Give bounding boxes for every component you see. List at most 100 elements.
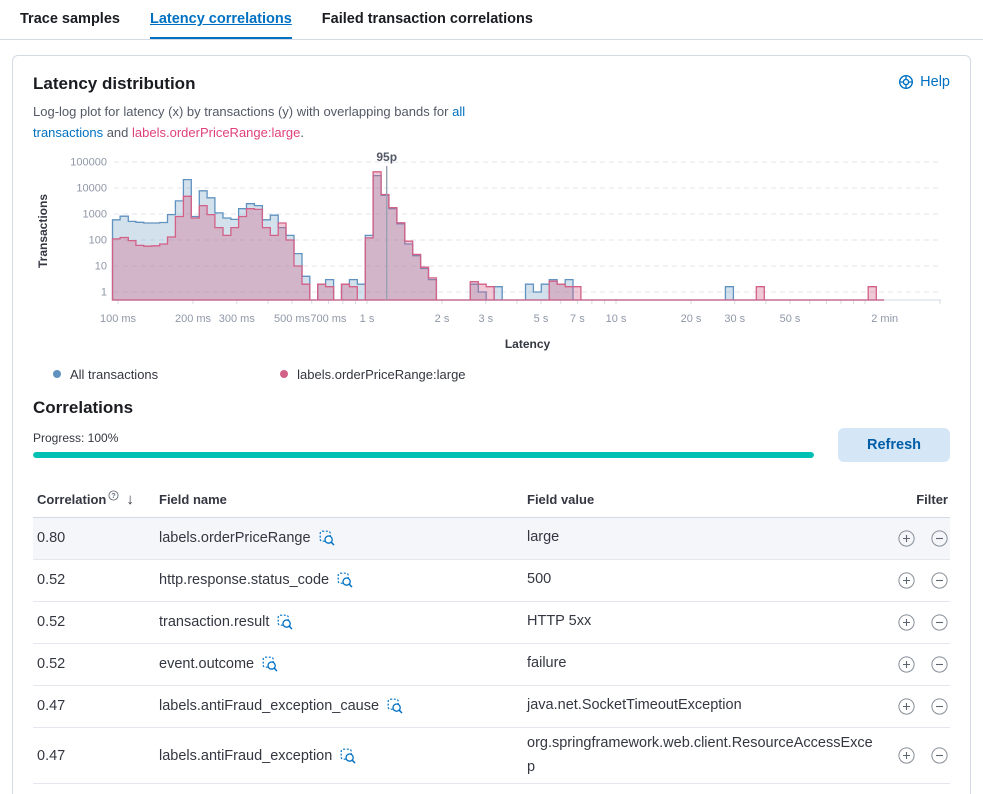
- description-text: Log-log plot for latency (x) by transact…: [33, 104, 452, 119]
- table-header: Correlation ? ↓ Field name Field value F…: [33, 478, 950, 518]
- filter-exclude-icon[interactable]: [931, 572, 948, 589]
- svg-text:50 s: 50 s: [780, 313, 801, 325]
- filter-exclude-icon[interactable]: [931, 530, 948, 547]
- correlation-value: 0.52: [33, 572, 159, 588]
- svg-text:Latency: Latency: [505, 337, 551, 351]
- svg-text:2 s: 2 s: [435, 313, 450, 325]
- field-statistics-icon[interactable]: [262, 656, 278, 672]
- field-statistics-icon[interactable]: [319, 530, 335, 546]
- chart-legend: All transactions labels.orderPriceRange:…: [53, 367, 950, 382]
- svg-text:300 ms: 300 ms: [219, 313, 256, 325]
- field-value: java.net.SocketTimeoutException: [527, 694, 874, 718]
- correlation-value: 0.47: [33, 748, 159, 764]
- field-name: transaction.result: [159, 614, 269, 630]
- filter-exclude-icon[interactable]: [931, 698, 948, 715]
- svg-text:1 s: 1 s: [360, 313, 375, 325]
- table-row[interactable]: 0.80 labels.orderPriceRange large: [33, 518, 950, 560]
- correlation-value: 0.52: [33, 656, 159, 672]
- field-value: large: [527, 526, 874, 550]
- filter-column-header: Filter: [874, 492, 950, 507]
- latency-correlations-panel: Latency distribution Help Log-log plot f…: [12, 55, 971, 794]
- field-value: org.springframework.web.client.ResourceA…: [527, 732, 874, 780]
- field-name: http.response.status_code: [159, 572, 329, 588]
- field-name: labels.antiFraud_exception: [159, 748, 332, 764]
- field-statistics-icon[interactable]: [340, 748, 356, 764]
- correlation-value: 0.47: [33, 698, 159, 714]
- description-text: .: [300, 125, 304, 140]
- correlation-value: 0.52: [33, 614, 159, 630]
- field-statistics-icon[interactable]: [387, 698, 403, 714]
- field-statistics-icon[interactable]: [337, 572, 353, 588]
- table-body: 0.80 labels.orderPriceRange large: [33, 518, 950, 785]
- svg-text:10: 10: [95, 260, 107, 272]
- field-value: 500: [527, 568, 874, 592]
- field-value-column-header[interactable]: Field value: [527, 492, 874, 507]
- filter-exclude-icon[interactable]: [931, 656, 948, 673]
- svg-text:2 min: 2 min: [871, 313, 898, 325]
- help-label: Help: [920, 74, 950, 90]
- legend-label: labels.orderPriceRange:large: [297, 367, 465, 382]
- field-name: event.outcome: [159, 656, 254, 672]
- svg-text:10000: 10000: [76, 182, 107, 194]
- help-link[interactable]: Help: [898, 74, 950, 90]
- help-icon: [898, 74, 914, 90]
- svg-text:95p: 95p: [376, 150, 397, 164]
- svg-text:500 ms: 500 ms: [274, 313, 311, 325]
- tab-latency-correlations[interactable]: Latency correlations: [150, 11, 292, 39]
- filter-include-icon[interactable]: [898, 614, 915, 631]
- table-row[interactable]: 0.52 http.response.status_code 500: [33, 560, 950, 602]
- progress-label: Progress: 100%: [33, 431, 814, 445]
- latency-chart[interactable]: 1 10 100 1000 10000 100000 95p 100 ms 200 ms 300 …: [33, 150, 953, 358]
- field-value: HTTP 5xx: [527, 610, 874, 634]
- table-row[interactable]: 0.52 transaction.result HTTP 5xx: [33, 602, 950, 644]
- svg-text:200 ms: 200 ms: [175, 313, 212, 325]
- filter-include-icon[interactable]: [898, 572, 915, 589]
- svg-text:1000: 1000: [83, 208, 107, 220]
- field-name: labels.orderPriceRange: [159, 530, 311, 546]
- legend-dot-blue: [53, 370, 61, 378]
- field-name-column-header[interactable]: Field name: [159, 492, 527, 507]
- svg-text:20 s: 20 s: [681, 313, 702, 325]
- tab-failed-transaction-correlations[interactable]: Failed transaction correlations: [322, 11, 533, 39]
- filter-include-icon[interactable]: [898, 656, 915, 673]
- filter-exclude-icon[interactable]: [931, 747, 948, 764]
- filter-include-icon[interactable]: [898, 698, 915, 715]
- legend-label: All transactions: [70, 367, 158, 382]
- correlation-value: 0.80: [33, 530, 159, 546]
- legend-item-filtered[interactable]: labels.orderPriceRange:large: [280, 367, 465, 382]
- svg-text:1: 1: [101, 286, 107, 298]
- filtered-transactions-link[interactable]: labels.orderPriceRange:large: [132, 125, 300, 140]
- tab-trace-samples[interactable]: Trace samples: [20, 11, 120, 39]
- field-statistics-icon[interactable]: [277, 614, 293, 630]
- table-row[interactable]: 0.52 event.outcome failure: [33, 644, 950, 686]
- refresh-button[interactable]: Refresh: [838, 428, 950, 462]
- table-row[interactable]: 0.47 labels.antiFraud_exception_cause ja…: [33, 686, 950, 728]
- table-row[interactable]: 0.47 labels.antiFraud_exception org.spri…: [33, 728, 950, 785]
- sort-descending-icon[interactable]: ↓: [126, 491, 134, 508]
- question-circle-icon[interactable]: ?: [108, 489, 119, 504]
- tab-bar: Trace samples Latency correlations Faile…: [0, 0, 983, 40]
- legend-dot-pink: [280, 370, 288, 378]
- field-value: failure: [527, 652, 874, 676]
- svg-text:Transactions: Transactions: [36, 193, 50, 267]
- svg-text:10 s: 10 s: [606, 313, 627, 325]
- svg-text:?: ?: [112, 491, 117, 500]
- svg-text:100: 100: [89, 234, 107, 246]
- correlations-title: Correlations: [33, 398, 950, 418]
- filter-include-icon[interactable]: [898, 530, 915, 547]
- description-text: and: [103, 125, 132, 140]
- correlation-column-header[interactable]: Correlation: [37, 492, 106, 507]
- page-title: Latency distribution: [33, 74, 195, 94]
- filter-exclude-icon[interactable]: [931, 614, 948, 631]
- chart-description: Log-log plot for latency (x) by transact…: [33, 102, 503, 144]
- progress-bar: [33, 452, 814, 458]
- filter-include-icon[interactable]: [898, 747, 915, 764]
- field-name: labels.antiFraud_exception_cause: [159, 698, 379, 714]
- svg-text:5 s: 5 s: [534, 313, 549, 325]
- svg-text:700 ms: 700 ms: [310, 313, 347, 325]
- svg-text:100 ms: 100 ms: [100, 313, 137, 325]
- legend-item-all-transactions[interactable]: All transactions: [53, 367, 158, 382]
- svg-text:100000: 100000: [70, 156, 107, 168]
- svg-text:3 s: 3 s: [478, 313, 493, 325]
- svg-text:30 s: 30 s: [724, 313, 745, 325]
